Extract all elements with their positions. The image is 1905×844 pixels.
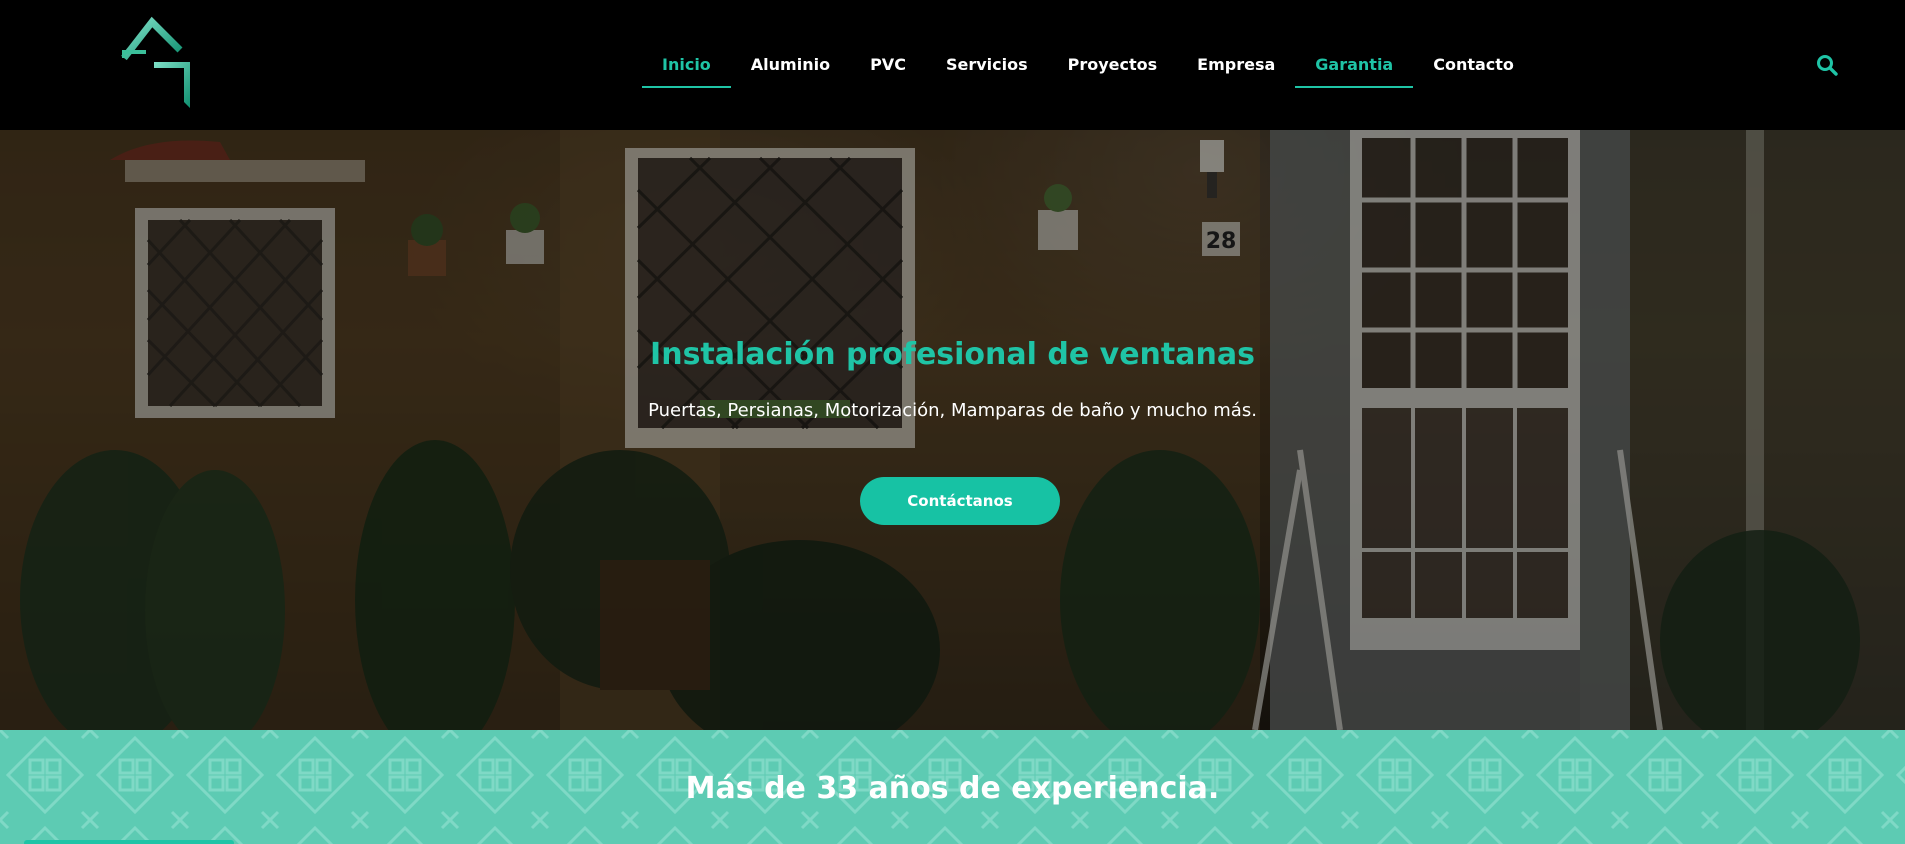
experience-title: Más de 33 años de experiencia. bbox=[685, 771, 1220, 806]
house-logo[interactable] bbox=[118, 16, 198, 112]
site-header: Inicio Aluminio PVC Servicios Proyectos … bbox=[0, 0, 1905, 130]
hero-section: 28 Instalación profesional de ventanas P… bbox=[0, 130, 1905, 730]
nav-item-proyectos[interactable]: Proyectos bbox=[1048, 44, 1178, 86]
contact-button[interactable]: Contáctanos bbox=[860, 477, 1060, 525]
hero-subtitle: Puertas, Persianas, Motorización, Mampar… bbox=[648, 400, 1257, 421]
nav-item-servicios[interactable]: Servicios bbox=[926, 44, 1048, 86]
hero-content: Instalación profesional de ventanas Puer… bbox=[0, 130, 1905, 730]
hero-title: Instalación profesional de ventanas bbox=[650, 337, 1255, 372]
nav-item-contacto[interactable]: Contacto bbox=[1413, 44, 1534, 86]
nav-item-empresa[interactable]: Empresa bbox=[1177, 44, 1295, 86]
nav-item-aluminio[interactable]: Aluminio bbox=[731, 44, 850, 86]
nav-item-inicio[interactable]: Inicio bbox=[642, 44, 731, 88]
nav-item-pvc[interactable]: PVC bbox=[850, 44, 926, 86]
search-icon[interactable] bbox=[1816, 54, 1838, 76]
nav-item-garantia[interactable]: Garantia bbox=[1295, 44, 1414, 88]
band-accent-bar bbox=[24, 840, 234, 844]
main-nav: Inicio Aluminio PVC Servicios Proyectos … bbox=[642, 0, 1534, 130]
experience-band: Más de 33 años de experiencia. bbox=[0, 730, 1905, 844]
